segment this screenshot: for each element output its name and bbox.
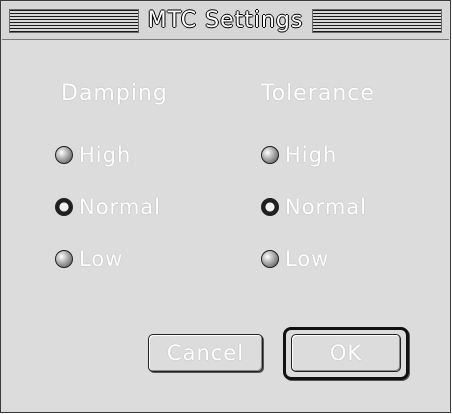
tolerance-radio-low-label: Low [285, 247, 330, 271]
damping-radio-high-label: High [79, 143, 132, 167]
ok-button[interactable]: OK [291, 334, 401, 372]
title-bar[interactable]: MTC Settings [2, 2, 449, 40]
tolerance-radio-normal[interactable]: Normal [261, 195, 367, 219]
tolerance-radio-high-label: High [285, 143, 338, 167]
title-bar-stripes-left [9, 8, 139, 33]
tolerance-radio-normal-label: Normal [285, 195, 367, 219]
damping-radio-low-label: Low [79, 247, 124, 271]
damping-radio-normal-label: Normal [79, 195, 161, 219]
mtc-settings-dialog: MTC Settings Damping Tolerance High Norm… [0, 0, 451, 413]
damping-radio-low[interactable]: Low [55, 247, 123, 271]
radio-button-icon[interactable] [55, 250, 73, 268]
radio-button-selected-icon[interactable] [55, 198, 73, 216]
window-title: MTC Settings [147, 8, 304, 33]
radio-button-icon[interactable] [55, 146, 73, 164]
damping-header: Damping [61, 81, 168, 106]
radio-button-icon[interactable] [261, 146, 279, 164]
cancel-button[interactable]: Cancel [148, 334, 263, 372]
damping-radio-normal[interactable]: Normal [55, 195, 161, 219]
tolerance-radio-low[interactable]: Low [261, 247, 329, 271]
damping-radio-high[interactable]: High [55, 143, 131, 167]
tolerance-radio-high[interactable]: High [261, 143, 337, 167]
title-bar-stripes-right [312, 8, 443, 33]
radio-button-icon[interactable] [261, 250, 279, 268]
tolerance-header: Tolerance [261, 81, 375, 106]
radio-button-selected-icon[interactable] [261, 198, 279, 216]
